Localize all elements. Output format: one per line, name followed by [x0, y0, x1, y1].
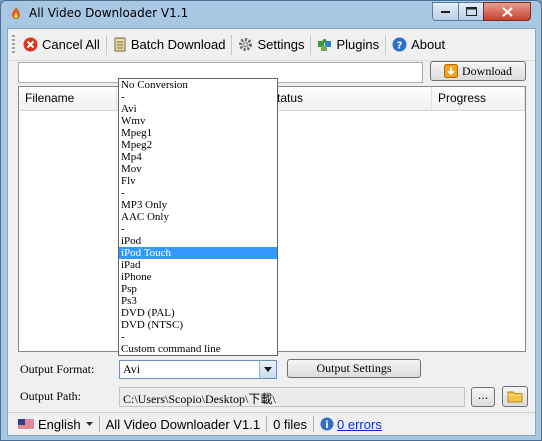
about-button[interactable]: ? About [388, 33, 449, 57]
format-options: No Conversion - Avi Wmv Mpeg1 Mpeg2 Mp4 Mov Flv -… [119, 79, 277, 355]
format-option-separator: - [121, 187, 125, 199]
maximize-icon [465, 7, 477, 16]
toolbar-grip[interactable] [12, 34, 15, 55]
open-folder-button[interactable] [502, 386, 528, 407]
svg-text:?: ? [397, 41, 403, 52]
format-option[interactable]: DVD (PAL) [119, 307, 277, 319]
output-format-value: Avi [123, 362, 141, 376]
format-option[interactable]: Avi [119, 103, 277, 115]
output-path-field[interactable]: C:\Users\Scopio\Desktop\下載\ [119, 387, 465, 407]
chevron-down-icon[interactable] [259, 361, 276, 378]
toolbar-separator [385, 34, 387, 55]
format-option-separator: - [121, 223, 125, 235]
format-option[interactable]: Wmv [119, 115, 277, 127]
folder-icon [507, 391, 523, 403]
output-path-label: Output Path: [20, 389, 82, 403]
status-errors: i 0 errors [314, 417, 388, 432]
format-option[interactable]: Flv [119, 175, 277, 187]
minimize-button[interactable] [432, 2, 459, 21]
language-selector[interactable]: English [12, 417, 99, 432]
svg-text:i: i [325, 420, 328, 431]
flame-icon [12, 7, 20, 19]
status-files-count: 0 files [273, 416, 308, 432]
toolbar-separator [231, 34, 233, 55]
us-flag-icon [18, 418, 34, 430]
cancel-all-label: Cancel All [42, 37, 100, 52]
batch-download-button[interactable]: Batch Download [109, 33, 230, 57]
language-label: English [38, 416, 81, 432]
gear-icon [239, 38, 253, 51]
toolbar-separator [310, 34, 312, 55]
format-option[interactable]: No Conversion [119, 79, 277, 91]
format-option[interactable]: DVD (NTSC) [119, 319, 277, 331]
settings-button[interactable]: Settings [234, 33, 308, 57]
batch-icon [114, 37, 126, 52]
format-option[interactable]: iPad [119, 259, 277, 271]
status-app-name: All Video Downloader V1.1 [105, 416, 261, 432]
close-button[interactable] [483, 2, 531, 21]
output-format-select[interactable]: Avi [119, 360, 277, 379]
output-format-label: Output Format: [20, 362, 95, 376]
batch-download-label: Batch Download [130, 37, 226, 52]
cancel-icon [23, 37, 38, 52]
close-icon [501, 6, 513, 17]
download-label: Download [462, 63, 512, 78]
format-option[interactable]: AAC Only [119, 211, 277, 223]
format-dropdown-list[interactable]: No Conversion - Avi Wmv Mpeg1 Mpeg2 Mp4 Mov Flv -… [118, 78, 278, 356]
info-icon: i [320, 417, 334, 431]
format-option[interactable]: iPod Touch [119, 247, 277, 259]
format-option[interactable]: MP3 Only [119, 199, 277, 211]
format-option-separator: - [121, 91, 125, 103]
format-option[interactable]: Mp4 [119, 151, 277, 163]
format-option[interactable]: Ps3 [119, 295, 277, 307]
about-label: About [411, 37, 446, 52]
errors-link[interactable]: 0 errors [337, 417, 382, 432]
plugins-label: Plugins [336, 37, 380, 52]
chevron-down-icon [85, 422, 93, 426]
column-filename[interactable]: Filename [19, 87, 117, 110]
format-option[interactable]: Psp [119, 283, 277, 295]
puzzle-icon [318, 39, 332, 51]
format-option[interactable]: iPod [119, 235, 277, 247]
minimize-icon [440, 10, 450, 13]
format-option[interactable]: Mpeg2 [119, 139, 277, 151]
toolbar-separator [105, 34, 107, 55]
download-button[interactable]: Download [430, 61, 526, 81]
output-settings-button[interactable]: Output Settings [287, 359, 421, 378]
window-title: All Video Downloader V1.1 [29, 6, 189, 20]
help-icon: ? [392, 37, 407, 52]
status-bar: English All Video Downloader V1.1 0 file… [8, 412, 535, 435]
format-option-separator: - [121, 331, 125, 343]
column-progress[interactable]: Progress [432, 87, 525, 110]
cancel-all-button[interactable]: Cancel All [19, 33, 104, 57]
format-option[interactable]: Custom command line [119, 343, 277, 355]
format-option[interactable]: iPhone [119, 271, 277, 283]
format-option[interactable]: Mpeg1 [119, 127, 277, 139]
toolbar: Cancel All Batch Download Settings Plugi… [8, 29, 535, 61]
browse-button[interactable]: ... [471, 387, 495, 407]
plugins-button[interactable]: Plugins [313, 33, 383, 57]
download-icon [444, 64, 458, 78]
title-bar[interactable]: All Video Downloader V1.1 [1, 1, 541, 27]
maximize-button[interactable] [458, 2, 484, 21]
settings-label: Settings [257, 37, 305, 52]
app-window: All Video Downloader V1.1 Cancel All Bat… [0, 0, 542, 441]
format-option[interactable]: Mov [119, 163, 277, 175]
